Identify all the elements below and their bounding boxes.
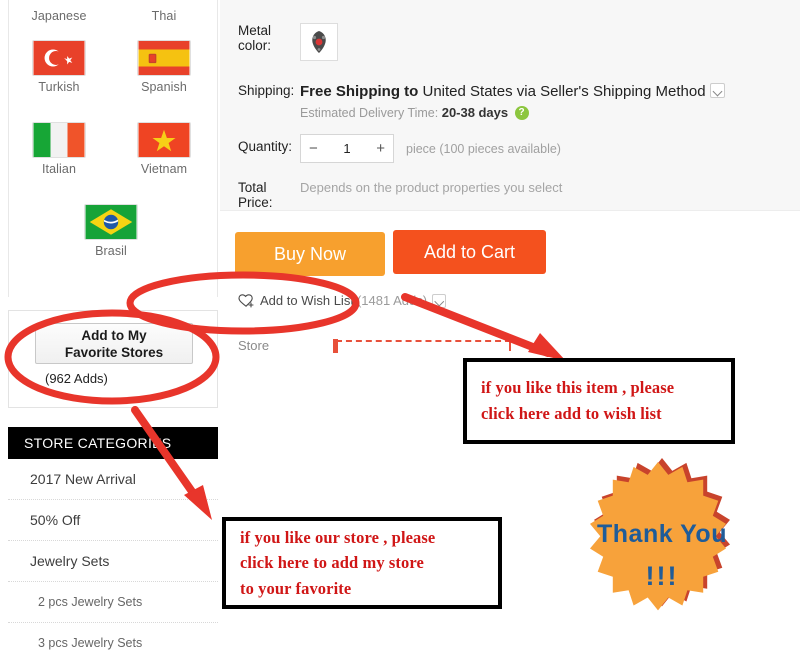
favorite-button-line2: Favorite Stores <box>64 344 164 360</box>
quantity-label: Quantity: <box>238 139 293 154</box>
eta-value: 20-38 <box>441 105 475 120</box>
product-properties-panel: Metal color: Shipping: Free Shipping to <box>220 0 800 211</box>
quantity-value[interactable]: 1 <box>343 141 350 156</box>
total-price-note: Depends on the product properties you se… <box>300 180 563 195</box>
favorite-store-panel: Add to My Favorite Stores (962 Adds) <box>8 310 218 408</box>
metal-color-row: Metal color: <box>220 23 800 61</box>
store-loading-placeholder <box>333 339 511 353</box>
chevron-down-icon[interactable] <box>709 82 725 98</box>
wish-list-count: (1481 Adds) <box>356 293 428 308</box>
category-item-jewelry-sets[interactable]: Jewelry Sets <box>8 541 218 582</box>
page-root: Japanese Thai Turkish Spanish Italian Vi… <box>0 0 800 661</box>
thank-you-text-wrap: Thank You !!! <box>562 458 762 654</box>
language-grid: Japanese Thai Turkish Spanish Italian Vi… <box>9 0 217 258</box>
help-icon[interactable]: ? <box>514 105 529 120</box>
language-item-brasil[interactable]: Brasil <box>61 204 161 259</box>
store-note-line2: click here to add my store <box>240 553 424 573</box>
store-note-line3: to your favorite <box>240 578 352 598</box>
category-item-50-off[interactable]: 50% Off <box>8 500 218 541</box>
language-item-spanish[interactable]: Spanish <box>114 40 214 95</box>
heart-plus-icon <box>238 294 254 308</box>
store-instruction-note: if you like our store , please click her… <box>222 517 502 609</box>
shipping-label: Shipping: <box>238 83 295 98</box>
language-label-italian: Italian <box>41 162 77 176</box>
buy-now-button[interactable]: Buy Now <box>235 232 385 276</box>
shipping-details: Free Shipping to United States via Selle… <box>300 82 725 121</box>
language-item-turkish[interactable]: Turkish <box>9 40 109 95</box>
wish-list-instruction-note: if you like this item , please click her… <box>463 358 735 444</box>
category-item-3-pcs-jewelry-sets[interactable]: 3 pcs Jewelry Sets <box>8 623 218 661</box>
estimated-delivery-line: Estimated Delivery Time: 20-38 days ? <box>300 105 725 121</box>
add-to-wish-list-link[interactable]: Add to Wish List (1481 Adds) <box>238 293 447 308</box>
language-label-turkish: Turkish <box>38 80 80 94</box>
language-label-brasil: Brasil <box>95 244 127 258</box>
add-to-favorite-stores-button[interactable]: Add to My Favorite Stores <box>35 323 193 364</box>
total-price-label: Total Price: <box>238 180 273 210</box>
turkey-flag-icon <box>32 40 86 76</box>
add-to-cart-button[interactable]: Add to Cart <box>393 230 546 274</box>
language-label-thai: Thai <box>151 9 177 23</box>
pendant-thumbnail-icon <box>312 31 326 53</box>
wish-note-line2: click here add to wish list <box>481 404 662 423</box>
free-shipping-text: Free Shipping to <box>300 83 419 100</box>
wish-note-line1: if you like this item , please <box>481 378 675 398</box>
total-price-row: Total Price: Depends on the product prop… <box>220 180 800 210</box>
language-item-japanese[interactable]: Japanese <box>9 8 109 24</box>
store-categories-list: 2017 New Arrival 50% Off Jewelry Sets 2 … <box>8 459 218 661</box>
quantity-availability-note: piece (100 pieces available) <box>406 141 561 156</box>
store-note-line1: if you like our store , please <box>240 527 436 547</box>
language-label-japanese: Japanese <box>31 9 87 23</box>
metal-color-swatch[interactable] <box>300 23 338 61</box>
language-item-italian[interactable]: Italian <box>9 122 109 177</box>
language-label-vietnam: Vietnam <box>140 162 188 176</box>
italy-flag-icon <box>32 122 86 158</box>
wish-chevron-down-icon[interactable] <box>432 293 447 308</box>
brazil-flag-icon <box>84 204 138 240</box>
metal-color-label: Metal color: <box>238 23 272 53</box>
quantity-minus-button[interactable]: − <box>309 140 318 157</box>
quantity-stepper[interactable]: − 1 + <box>300 134 394 163</box>
quantity-row: Quantity: − 1 + piece (100 pieces availa… <box>220 134 800 163</box>
thank-you-line2: !!! <box>645 561 679 591</box>
store-row: Store <box>238 338 511 353</box>
language-item-vietnam[interactable]: Vietnam <box>114 122 214 177</box>
language-flags-panel: Japanese Thai Turkish Spanish Italian Vi… <box>8 0 218 297</box>
spain-flag-icon <box>137 40 191 76</box>
eta-label: Estimated Delivery Time: <box>300 106 439 120</box>
eta-unit: days <box>478 105 509 120</box>
vietnam-flag-icon <box>137 122 191 158</box>
store-categories-header: STORE CATEGORIES <box>8 427 218 459</box>
quantity-plus-button[interactable]: + <box>376 140 385 157</box>
language-label-spanish: Spanish <box>141 80 187 94</box>
shipping-destination-text: United States via Seller's Shipping Meth… <box>418 83 706 100</box>
favorite-adds-count: (962 Adds) <box>45 371 108 386</box>
language-item-thai[interactable]: Thai <box>114 8 214 24</box>
thank-you-badge: Thank You !!! <box>562 458 762 654</box>
wish-list-label: Add to Wish List <box>260 293 354 308</box>
shipping-method-line: Free Shipping to United States via Selle… <box>300 82 725 100</box>
left-sidebar: Japanese Thai Turkish Spanish Italian Vi… <box>8 0 218 661</box>
shipping-row: Shipping: Free Shipping to United States… <box>220 82 800 121</box>
thank-you-line1: Thank You <box>597 520 727 548</box>
category-item-2-pcs-jewelry-sets[interactable]: 2 pcs Jewelry Sets <box>8 582 218 623</box>
store-label: Store <box>238 338 270 353</box>
favorite-button-line1: Add to My <box>81 327 147 343</box>
category-item-2017-new-arrival[interactable]: 2017 New Arrival <box>8 459 218 500</box>
